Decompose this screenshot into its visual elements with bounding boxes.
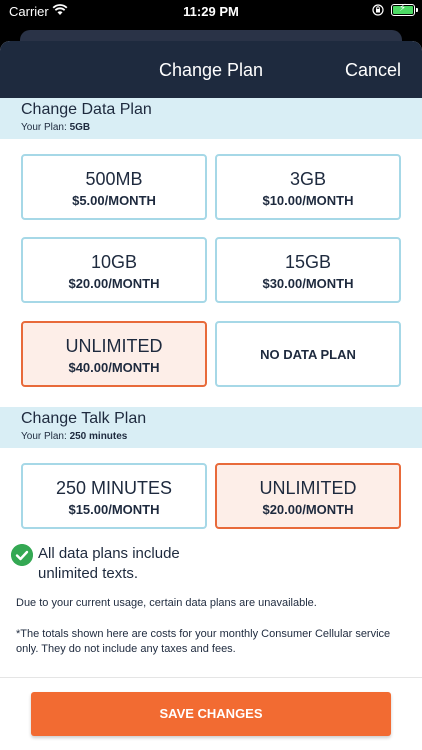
data-plan-header: Change Data Plan Your Plan: 5GB — [0, 98, 422, 139]
cost-disclaimer: *The totals shown here are costs for you… — [16, 628, 391, 655]
texts-included-note: All data plans include unlimited texts. — [38, 545, 180, 582]
data-plan-3gb[interactable]: 3GB $10.00/MONTH — [215, 154, 401, 220]
current-data-plan: Your Plan: 5GB — [21, 122, 90, 133]
data-plan-10gb[interactable]: 10GB $20.00/MONTH — [21, 237, 207, 303]
data-plan-500mb[interactable]: 500MB $5.00/MONTH — [21, 154, 207, 220]
plan-price: $15.00/MONTH — [68, 502, 160, 517]
current-talk-plan: Your Plan: 250 minutes — [21, 431, 127, 442]
data-plan-15gb[interactable]: 15GB $30.00/MONTH — [215, 237, 401, 303]
clock: 11:29 PM — [183, 4, 239, 19]
your-plan-label: Your Plan: — [21, 431, 67, 442]
plan-name: 10GB — [90, 252, 138, 272]
orientation-lock-icon — [372, 4, 384, 16]
talk-plan-unlimited[interactable]: UNLIMITED $20.00/MONTH — [215, 463, 401, 529]
checkmark-icon — [11, 544, 33, 566]
nav-bar: Change Plan Cancel — [0, 41, 422, 98]
footer-divider — [0, 677, 422, 678]
data-plan-unlimited[interactable]: UNLIMITED $40.00/MONTH — [21, 321, 207, 387]
cancel-button[interactable]: Cancel — [345, 60, 401, 81]
plan-name: 15GB — [284, 252, 332, 272]
usage-notice: Due to your current usage, certain data … — [16, 597, 317, 609]
plan-price: $30.00/MONTH — [262, 276, 354, 291]
plan-name: 500MB — [85, 169, 143, 189]
plan-name: UNLIMITED — [65, 336, 163, 356]
talk-plan-250-minutes[interactable]: 250 MINUTES $15.00/MONTH — [21, 463, 207, 529]
plan-price: $20.00/MONTH — [262, 502, 354, 517]
plan-name: NO DATA PLAN — [260, 347, 356, 362]
plan-name: UNLIMITED — [259, 478, 357, 498]
talk-plan-heading: Change Talk Plan — [21, 410, 147, 427]
battery-charging-icon: ⚡ — [391, 4, 418, 16]
data-plan-heading: Change Data Plan — [21, 101, 152, 118]
save-changes-button[interactable]: SAVE CHANGES — [31, 692, 391, 736]
plan-name: 250 MINUTES — [55, 478, 173, 498]
your-plan-label: Your Plan: — [21, 122, 67, 133]
plan-price: $40.00/MONTH — [68, 360, 160, 375]
plan-price: $10.00/MONTH — [262, 193, 354, 208]
plan-name: 3GB — [289, 169, 327, 189]
talk-plan-header: Change Talk Plan Your Plan: 250 minutes — [0, 407, 422, 448]
change-plan-sheet: Change Plan Cancel Change Data Plan Your… — [0, 41, 422, 750]
your-plan-value: 5GB — [69, 122, 91, 133]
data-plan-none[interactable]: NO DATA PLAN — [215, 321, 401, 387]
your-plan-value: 250 minutes — [69, 431, 128, 442]
plan-price: $20.00/MONTH — [68, 276, 160, 291]
plan-price: $5.00/MONTH — [72, 193, 156, 208]
status-bar: Carrier 11:29 PM ⚡ — [0, 0, 422, 24]
